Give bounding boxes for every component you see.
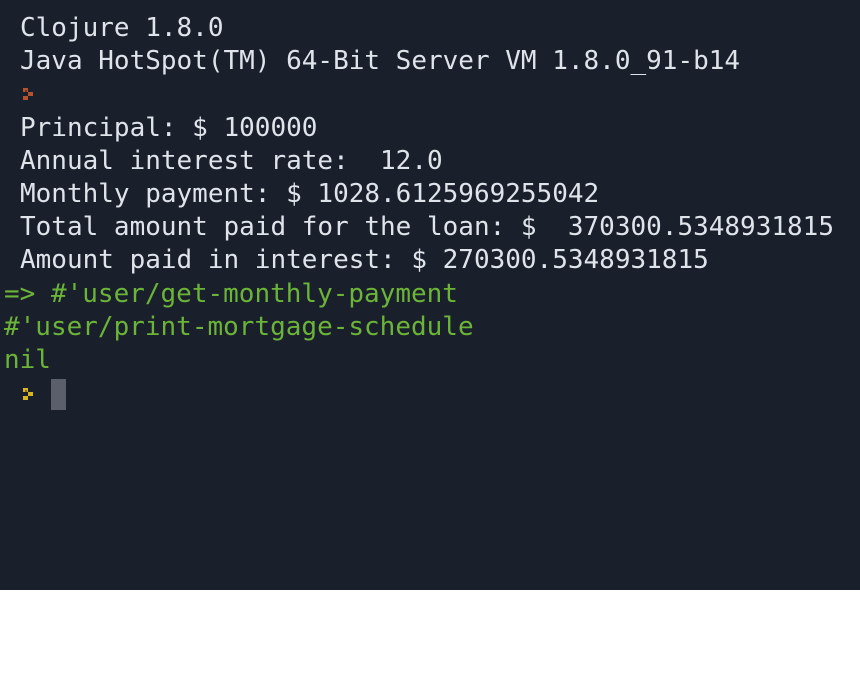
prompt-chevron-icon [22, 87, 38, 103]
interest-paid-line: Amount paid in interest: $ 270300.534893… [20, 245, 709, 275]
interest-rate-line: Annual interest rate: 12.0 [20, 146, 443, 176]
principal-line: Principal: $ 100000 [20, 113, 318, 143]
jvm-version-line: Java HotSpot(TM) 64-Bit Server VM 1.8.0_… [20, 46, 741, 76]
result-line-nil: nil [4, 345, 51, 375]
result-line-print-mortgage-schedule: #'user/print-mortgage-schedule [4, 312, 474, 342]
input-cursor[interactable] [51, 379, 66, 410]
total-paid-line: Total amount paid for the loan: $ 370300… [20, 212, 834, 242]
prompt-chevron-icon [22, 387, 38, 403]
repl-terminal[interactable]: Clojure 1.8.0 Java HotSpot(TM) 64-Bit Se… [0, 0, 860, 590]
result-line-get-monthly-payment: => #'user/get-monthly-payment [4, 279, 458, 309]
monthly-payment-line: Monthly payment: $ 1028.6125969255042 [20, 179, 600, 209]
repl-version-line: Clojure 1.8.0 [20, 13, 224, 43]
